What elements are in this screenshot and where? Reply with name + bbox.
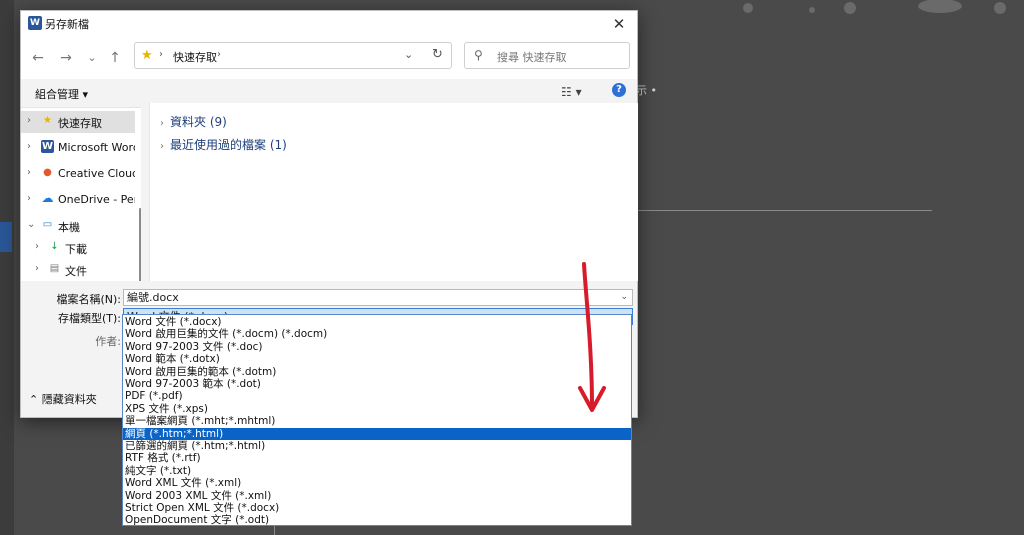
group-label: 資料夾 (9)	[170, 115, 227, 129]
filetype-option[interactable]: Word 2003 XML 文件 (*.xml)	[123, 490, 631, 502]
filetype-option[interactable]: OpenDocument 文字 (*.odt)	[123, 514, 631, 526]
filetype-option[interactable]: 純文字 (*.txt)	[123, 465, 631, 477]
cloud-icon: ☁	[41, 191, 54, 205]
nav-item-label: 快速存取	[58, 117, 102, 130]
nav-item-downloads[interactable]: › ↓ 下載	[21, 237, 135, 259]
search-box[interactable]: ⚲ 搜尋 快速存取	[464, 42, 630, 69]
nav-item-onedrive[interactable]: › ☁ OneDrive - Perso	[21, 189, 135, 211]
help-icon[interactable]: ?	[612, 83, 626, 97]
star-icon: ★	[141, 48, 153, 63]
background-accent-tab	[0, 222, 12, 252]
filetype-option[interactable]: Word 啟用巨集的文件 (*.docm) (*.docm)	[123, 328, 631, 340]
navigation-pane: › ★ 快速存取 › W Microsoft Word › ● Creative…	[21, 107, 141, 282]
nav-item-label: 文件	[65, 265, 87, 278]
dialog-title: 另存新檔	[45, 18, 89, 31]
filetype-label: 存檔類型(T):	[57, 312, 121, 325]
group-folders[interactable]: › 資料夾 (9)	[160, 113, 227, 130]
group-label: 最近使用過的檔案 (1)	[170, 138, 287, 152]
background-divider	[636, 210, 932, 211]
documents-icon: ▤	[49, 263, 60, 274]
address-separator-icon: ›	[217, 49, 221, 60]
nav-item-documents[interactable]: › ▤ 文件	[21, 259, 135, 281]
background-left-strip	[0, 0, 14, 535]
filetype-option[interactable]: Word 97-2003 範本 (*.dot)	[123, 378, 631, 390]
navigation-bar: ← → ⌄ ↑ ★ › 快速存取 › ⌄ ↻ ⚲ 搜尋 快速存取	[21, 39, 637, 79]
expand-chevron-icon[interactable]: ›	[27, 167, 31, 178]
nav-item-label: OneDrive - Perso	[58, 193, 135, 206]
star-icon: ★	[43, 115, 52, 126]
expand-chevron-icon[interactable]: ›	[35, 241, 39, 252]
filetype-option[interactable]: Word 啟用巨集的範本 (*.dotm)	[123, 366, 631, 378]
filetype-option[interactable]: Strict Open XML 文件 (*.docx)	[123, 502, 631, 514]
nav-item-label: Creative Cloud Fi	[58, 167, 135, 180]
nav-item-label: Microsoft Word	[58, 141, 135, 154]
background-doodle	[743, 0, 1006, 14]
chevron-down-icon[interactable]: ⌄	[620, 290, 628, 305]
expand-chevron-icon[interactable]: ›	[160, 141, 164, 152]
filetype-option[interactable]: XPS 文件 (*.xps)	[123, 403, 631, 415]
filename-label: 檔案名稱(N):	[56, 293, 121, 306]
up-arrow-icon[interactable]: ↑	[106, 49, 124, 67]
annotation-arrow	[578, 262, 606, 412]
filename-field[interactable]: 編號.docx ⌄	[123, 289, 633, 306]
filetype-option[interactable]: PDF (*.pdf)	[123, 390, 631, 402]
filetype-option[interactable]: Word 97-2003 文件 (*.doc)	[123, 341, 631, 353]
filetype-option[interactable]: 已篩選的網頁 (*.htm;*.html)	[123, 440, 631, 452]
filetype-dropdown-list: Word 文件 (*.docx) Word 啟用巨集的文件 (*.docm) (*…	[122, 314, 632, 526]
author-label: 作者:	[95, 335, 121, 348]
hide-folders-button[interactable]: ⌃ 隱藏資料夾	[29, 391, 97, 407]
collapse-chevron-icon[interactable]: ⌄	[27, 219, 35, 230]
expand-chevron-icon[interactable]: ›	[27, 141, 31, 152]
organize-menu-button[interactable]: 組合管理 ▾	[35, 86, 88, 102]
filetype-option[interactable]: RTF 格式 (*.rtf)	[123, 452, 631, 464]
recent-locations-chevron-icon[interactable]: ⌄	[83, 49, 101, 67]
expand-chevron-icon[interactable]: ›	[27, 115, 31, 126]
address-separator-icon: ›	[159, 49, 163, 60]
back-arrow-icon[interactable]: ←	[29, 49, 47, 67]
expand-chevron-icon[interactable]: ›	[35, 263, 39, 274]
dialog-titlebar: W 另存新檔 ✕	[21, 11, 637, 39]
filetype-option[interactable]: Word XML 文件 (*.xml)	[123, 477, 631, 489]
nav-item-label: 下載	[65, 243, 87, 256]
expand-chevron-icon[interactable]: ›	[160, 118, 164, 129]
address-dropdown-chevron-icon[interactable]: ⌄	[404, 48, 413, 61]
search-placeholder: 搜尋 快速存取	[497, 51, 567, 64]
address-bar[interactable]: ★ › 快速存取 › ⌄ ↻	[134, 42, 452, 69]
filetype-option[interactable]: 單一檔案網頁 (*.mht;*.mhtml)	[123, 415, 631, 427]
nav-item-label: 本機	[58, 221, 80, 234]
navigation-scrollbar-thumb[interactable]	[139, 208, 141, 282]
close-button[interactable]: ✕	[607, 14, 631, 34]
refresh-icon[interactable]: ↻	[432, 47, 443, 62]
filetype-option[interactable]: Word 文件 (*.docx)	[123, 316, 631, 328]
background-hint-text: 示 •	[636, 84, 657, 97]
address-segment-quick-access[interactable]: 快速存取	[173, 49, 217, 65]
filetype-option[interactable]: Word 範本 (*.dotx)	[123, 353, 631, 365]
nav-item-creative-cloud[interactable]: › ● Creative Cloud Fi	[21, 163, 135, 185]
forward-arrow-icon[interactable]: →	[57, 49, 75, 67]
word-app-icon: W	[28, 16, 42, 30]
word-icon: W	[41, 140, 54, 153]
view-options-icon[interactable]: ☷ ▾	[561, 85, 582, 99]
nav-item-quick-access[interactable]: › ★ 快速存取	[21, 111, 135, 133]
nav-item-this-pc[interactable]: ⌄ ▭ 本機	[21, 215, 135, 237]
nav-item-microsoft-word[interactable]: › W Microsoft Word	[21, 137, 135, 159]
search-icon: ⚲	[474, 48, 483, 62]
creative-cloud-icon: ●	[43, 167, 52, 178]
filename-value: 編號.docx	[127, 291, 179, 304]
file-list: › 資料夾 (9) › 最近使用過的檔案 (1)	[149, 103, 638, 281]
download-icon: ↓	[50, 241, 59, 252]
group-recent-files[interactable]: › 最近使用過的檔案 (1)	[160, 136, 287, 153]
computer-icon: ▭	[42, 219, 53, 230]
expand-chevron-icon[interactable]: ›	[27, 193, 31, 204]
filetype-option[interactable]: 網頁 (*.htm;*.html)	[123, 427, 631, 440]
